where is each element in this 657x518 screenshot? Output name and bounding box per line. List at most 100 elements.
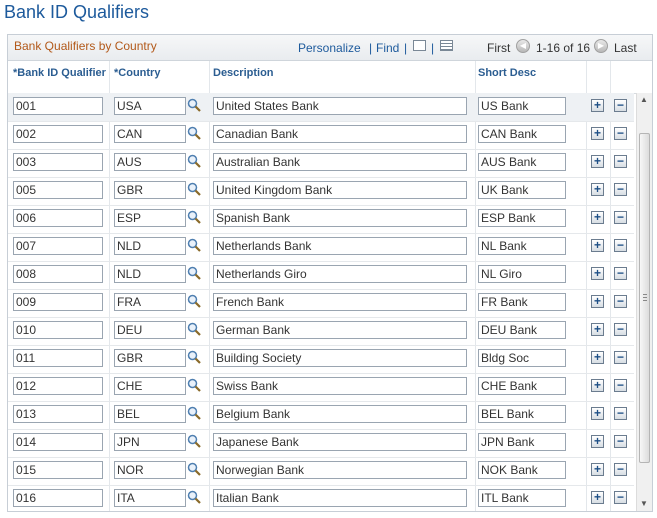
bank-id-qualifier-input[interactable]: 012 xyxy=(13,377,103,395)
description-input[interactable]: Swiss Bank xyxy=(213,377,467,395)
delete-row-icon[interactable]: − xyxy=(614,323,627,336)
delete-row-icon[interactable]: − xyxy=(614,379,627,392)
add-row-icon[interactable]: + xyxy=(591,379,604,392)
description-input[interactable]: German Bank xyxy=(213,321,467,339)
delete-row-icon[interactable]: − xyxy=(614,99,627,112)
download-icon[interactable] xyxy=(440,40,453,51)
delete-row-icon[interactable]: − xyxy=(614,463,627,476)
lookup-icon[interactable] xyxy=(187,490,201,504)
delete-row-icon[interactable]: − xyxy=(614,127,627,140)
personalize-link[interactable]: Personalize xyxy=(298,41,361,55)
short-desc-input[interactable]: UK Bank xyxy=(478,181,566,199)
delete-row-icon[interactable]: − xyxy=(614,239,627,252)
short-desc-input[interactable]: JPN Bank xyxy=(478,433,566,451)
short-desc-input[interactable]: AUS Bank xyxy=(478,153,566,171)
description-input[interactable]: Belgium Bank xyxy=(213,405,467,423)
add-row-icon[interactable]: + xyxy=(591,99,604,112)
description-input[interactable]: French Bank xyxy=(213,293,467,311)
description-input[interactable]: Japanese Bank xyxy=(213,433,467,451)
add-row-icon[interactable]: + xyxy=(591,463,604,476)
country-input[interactable]: BEL xyxy=(114,405,186,423)
vertical-scrollbar[interactable]: ▲ ▼ xyxy=(636,93,652,511)
short-desc-input[interactable]: NL Giro xyxy=(478,265,566,283)
delete-row-icon[interactable]: − xyxy=(614,211,627,224)
country-input[interactable]: CHE xyxy=(114,377,186,395)
lookup-icon[interactable] xyxy=(187,210,201,224)
lookup-icon[interactable] xyxy=(187,294,201,308)
bank-id-qualifier-input[interactable]: 013 xyxy=(13,405,103,423)
country-input[interactable]: GBR xyxy=(114,349,186,367)
add-row-icon[interactable]: + xyxy=(591,183,604,196)
bank-id-qualifier-input[interactable]: 010 xyxy=(13,321,103,339)
delete-row-icon[interactable]: − xyxy=(614,155,627,168)
bank-id-qualifier-input[interactable]: 005 xyxy=(13,181,103,199)
short-desc-input[interactable]: NL Bank xyxy=(478,237,566,255)
country-input[interactable]: ESP xyxy=(114,209,186,227)
description-input[interactable]: Canadian Bank xyxy=(213,125,467,143)
description-input[interactable]: Building Society xyxy=(213,349,467,367)
add-row-icon[interactable]: + xyxy=(591,127,604,140)
short-desc-input[interactable]: ESP Bank xyxy=(478,209,566,227)
add-row-icon[interactable]: + xyxy=(591,407,604,420)
bank-id-qualifier-input[interactable]: 008 xyxy=(13,265,103,283)
lookup-icon[interactable] xyxy=(187,322,201,336)
view-all-icon[interactable] xyxy=(413,40,426,51)
short-desc-input[interactable]: NOK Bank xyxy=(478,461,566,479)
short-desc-input[interactable]: CAN Bank xyxy=(478,125,566,143)
country-input[interactable]: ITA xyxy=(114,489,186,507)
country-input[interactable]: NLD xyxy=(114,265,186,283)
lookup-icon[interactable] xyxy=(187,462,201,476)
lookup-icon[interactable] xyxy=(187,154,201,168)
short-desc-input[interactable]: Bldg Soc xyxy=(478,349,566,367)
bank-id-qualifier-input[interactable]: 016 xyxy=(13,489,103,507)
lookup-icon[interactable] xyxy=(187,266,201,280)
delete-row-icon[interactable]: − xyxy=(614,183,627,196)
lookup-icon[interactable] xyxy=(187,350,201,364)
description-input[interactable]: Spanish Bank xyxy=(213,209,467,227)
bank-id-qualifier-input[interactable]: 003 xyxy=(13,153,103,171)
description-input[interactable]: Australian Bank xyxy=(213,153,467,171)
description-input[interactable]: Italian Bank xyxy=(213,489,467,507)
lookup-icon[interactable] xyxy=(187,238,201,252)
short-desc-input[interactable]: DEU Bank xyxy=(478,321,566,339)
country-input[interactable]: DEU xyxy=(114,321,186,339)
delete-row-icon[interactable]: − xyxy=(614,407,627,420)
country-input[interactable]: FRA xyxy=(114,293,186,311)
country-input[interactable]: AUS xyxy=(114,153,186,171)
short-desc-input[interactable]: BEL Bank xyxy=(478,405,566,423)
delete-row-icon[interactable]: − xyxy=(614,351,627,364)
col-header-bank-id-qualifier[interactable]: *Bank ID Qualifier xyxy=(13,67,106,79)
bank-id-qualifier-input[interactable]: 007 xyxy=(13,237,103,255)
add-row-icon[interactable]: + xyxy=(591,155,604,168)
bank-id-qualifier-input[interactable]: 011 xyxy=(13,349,103,367)
add-row-icon[interactable]: + xyxy=(591,295,604,308)
lookup-icon[interactable] xyxy=(187,434,201,448)
bank-id-qualifier-input[interactable]: 002 xyxy=(13,125,103,143)
country-input[interactable]: USA xyxy=(114,97,186,115)
country-input[interactable]: NLD xyxy=(114,237,186,255)
bank-id-qualifier-input[interactable]: 014 xyxy=(13,433,103,451)
nav-first-label[interactable]: First xyxy=(487,41,510,55)
add-row-icon[interactable]: + xyxy=(591,239,604,252)
bank-id-qualifier-input[interactable]: 001 xyxy=(13,97,103,115)
short-desc-input[interactable]: FR Bank xyxy=(478,293,566,311)
find-link[interactable]: Find xyxy=(376,41,399,55)
country-input[interactable]: GBR xyxy=(114,181,186,199)
previous-row-icon[interactable]: ◀ xyxy=(516,39,530,53)
short-desc-input[interactable]: ITL Bank xyxy=(478,489,566,507)
col-header-short-desc[interactable]: Short Desc xyxy=(478,67,536,79)
delete-row-icon[interactable]: − xyxy=(614,435,627,448)
delete-row-icon[interactable]: − xyxy=(614,295,627,308)
col-header-country[interactable]: *Country xyxy=(114,67,160,79)
add-row-icon[interactable]: + xyxy=(591,351,604,364)
description-input[interactable]: Norwegian Bank xyxy=(213,461,467,479)
scroll-down-icon[interactable]: ▼ xyxy=(639,499,649,509)
nav-last-label[interactable]: Last xyxy=(614,41,637,55)
lookup-icon[interactable] xyxy=(187,182,201,196)
description-input[interactable]: Netherlands Giro xyxy=(213,265,467,283)
lookup-icon[interactable] xyxy=(187,406,201,420)
description-input[interactable]: Netherlands Bank xyxy=(213,237,467,255)
delete-row-icon[interactable]: − xyxy=(614,267,627,280)
short-desc-input[interactable]: US Bank xyxy=(478,97,566,115)
add-row-icon[interactable]: + xyxy=(591,435,604,448)
